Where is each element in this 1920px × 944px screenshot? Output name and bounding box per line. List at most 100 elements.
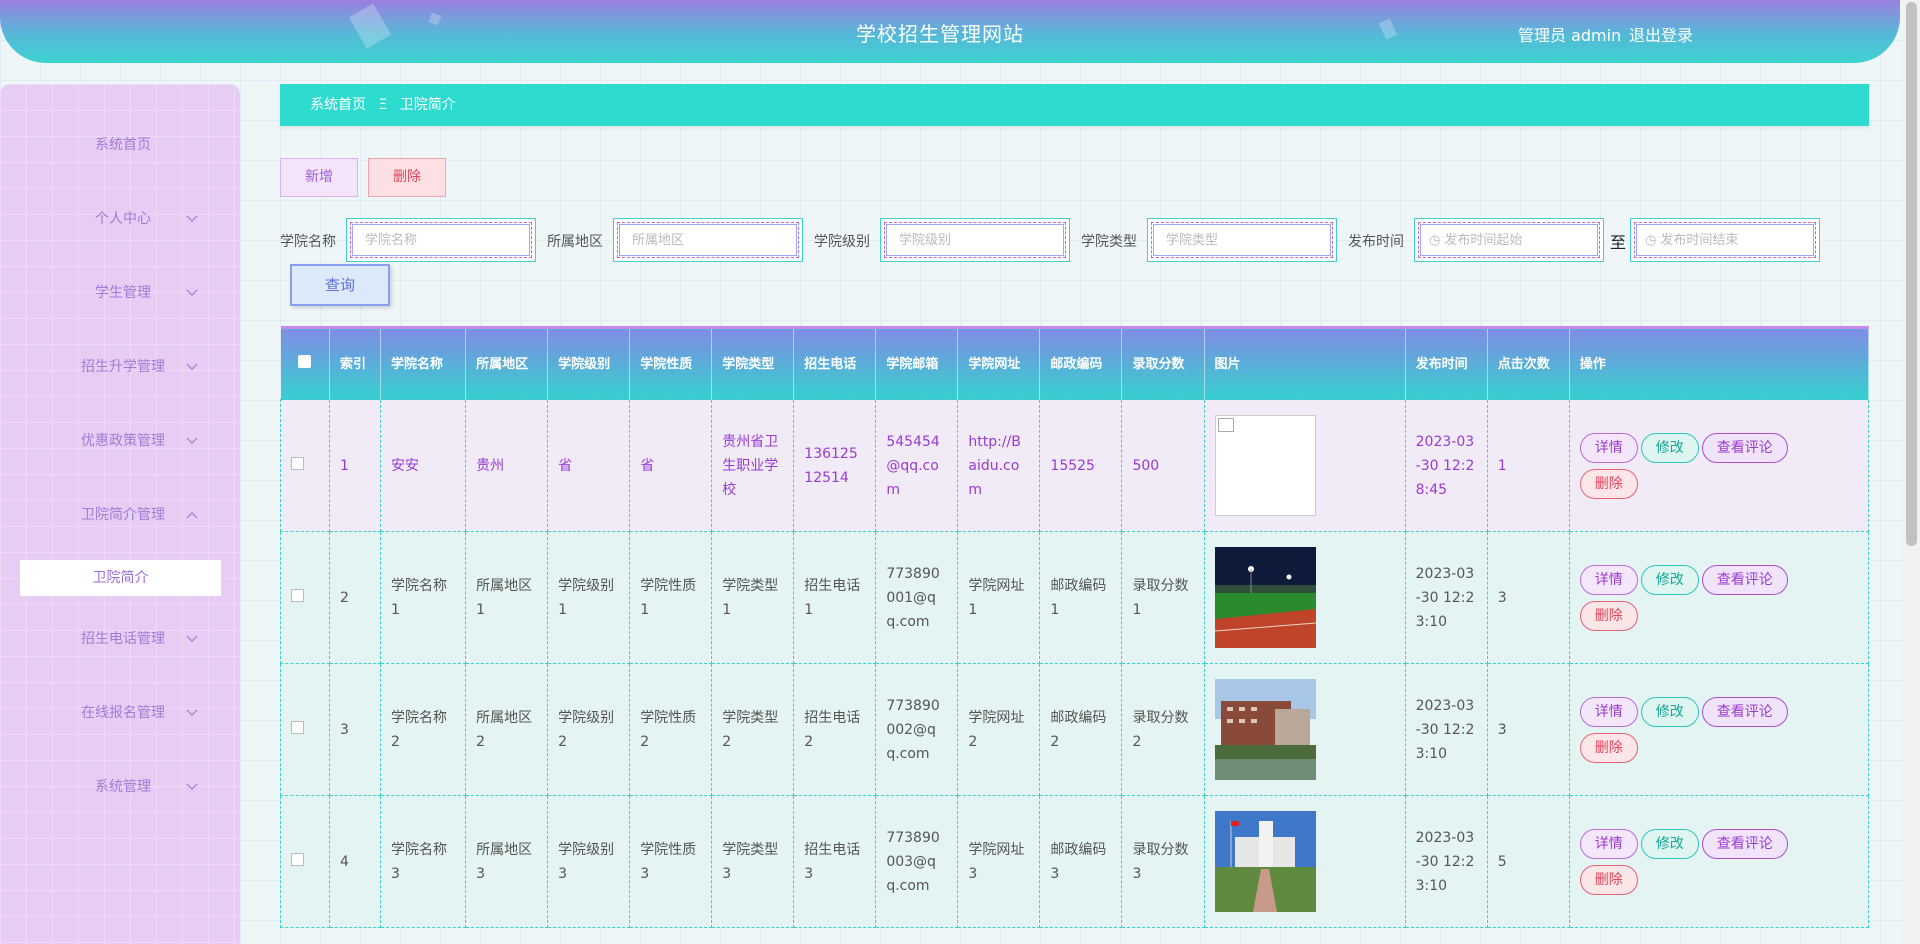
- sidebar-item-enrollment[interactable]: 招生升学管理: [0, 352, 240, 382]
- cell-score: 录取分数2: [1121, 663, 1205, 796]
- search-level-input[interactable]: 学院级别: [880, 218, 1070, 262]
- cell-region: 贵州: [465, 399, 549, 532]
- cell-nature: 学院性质3: [629, 795, 713, 928]
- chevron-down-icon: [186, 426, 198, 456]
- cell-ops: 详情 修改 查看评论 删除: [1568, 399, 1870, 532]
- cell-region: 所属地区1: [465, 531, 549, 664]
- sidebar-item-college-intro[interactable]: 卫院简介管理: [0, 500, 240, 530]
- sidebar-item-label: 优惠政策管理: [81, 433, 165, 449]
- view-comments-button[interactable]: 查看评论: [1701, 828, 1788, 859]
- cell-level: 学院级别1: [547, 531, 631, 664]
- top-header: 学校招生管理网站 管理员 admin 退出登录: [0, 0, 1900, 63]
- vertical-scrollbar[interactable]: [1903, 0, 1920, 944]
- breadcrumb: 系统首页 Ξ 卫院简介: [280, 84, 1869, 126]
- detail-button[interactable]: 详情: [1579, 828, 1638, 859]
- sidebar-item-system[interactable]: 系统管理: [0, 772, 240, 802]
- cell-zip: 邮政编码1: [1039, 531, 1123, 664]
- cell-ops: 详情 修改 查看评论 删除: [1568, 795, 1870, 928]
- view-comments-button[interactable]: 查看评论: [1701, 564, 1788, 595]
- cell-clicks: 1: [1486, 399, 1570, 532]
- table-header: 所属地区: [465, 326, 549, 400]
- table-header: 学院名称: [380, 326, 467, 400]
- sidebar-item-policy[interactable]: 优惠政策管理: [0, 426, 240, 456]
- row-checkbox[interactable]: [291, 456, 304, 470]
- sidebar-item-label: 学生管理: [95, 285, 151, 301]
- query-button[interactable]: 查询: [290, 264, 390, 306]
- row-delete-button[interactable]: 删除: [1579, 468, 1638, 499]
- clock-icon: ◷: [1429, 233, 1441, 248]
- cell-time: 2023-03-30 12:23:10: [1404, 531, 1488, 664]
- cell-url: 学院网址1: [957, 531, 1041, 664]
- row-select[interactable]: [279, 531, 331, 664]
- detail-button[interactable]: 详情: [1579, 432, 1638, 463]
- row-delete-button[interactable]: 删除: [1579, 600, 1638, 631]
- cell-url: http://Baidu.com: [957, 399, 1041, 532]
- cell-score: 录取分数3: [1121, 795, 1205, 928]
- detail-button[interactable]: 详情: [1579, 564, 1638, 595]
- edit-button[interactable]: 修改: [1640, 696, 1699, 727]
- search-type-input[interactable]: 学院类型: [1147, 218, 1337, 262]
- cell-name: 学院名称3: [380, 795, 467, 928]
- search-time-start-input[interactable]: ◷ 发布时间起始: [1414, 218, 1604, 262]
- sidebar-item-label: 在线报名管理: [81, 705, 165, 721]
- delete-button[interactable]: 删除: [368, 158, 446, 197]
- table-row: 1 安安 贵州 省 省 贵州省卫生职业学校 13612512514 545454…: [279, 399, 1870, 532]
- logout-link[interactable]: 退出登录: [1629, 22, 1693, 46]
- detail-button[interactable]: 详情: [1579, 696, 1638, 727]
- cell-url: 学院网址3: [957, 795, 1041, 928]
- cell-nature: 省: [629, 399, 713, 532]
- add-button[interactable]: 新增: [280, 158, 358, 197]
- cell-zip: 15525: [1039, 399, 1123, 532]
- breadcrumb-home[interactable]: 系统首页: [310, 97, 366, 113]
- row-checkbox[interactable]: [291, 588, 304, 602]
- sidebar-item-profile[interactable]: 个人中心: [0, 204, 240, 234]
- edit-button[interactable]: 修改: [1640, 564, 1699, 595]
- search-time-end-input[interactable]: ◷ 发布时间结束: [1630, 218, 1820, 262]
- cell-image: [1203, 399, 1406, 532]
- search-time-end-placeholder: 发布时间结束: [1660, 233, 1739, 248]
- cell-image: [1203, 795, 1406, 928]
- broken-image-icon: [1214, 415, 1316, 516]
- sidebar-item-home[interactable]: 系统首页: [0, 130, 240, 160]
- sidebar-item-students[interactable]: 学生管理: [0, 278, 240, 308]
- table-header: 图片: [1204, 326, 1406, 400]
- table-header: 录取分数: [1121, 326, 1205, 400]
- row-select[interactable]: [279, 663, 331, 796]
- cell-phone: 招生电话2: [793, 663, 877, 796]
- search-label-time: 发布时间: [1348, 234, 1404, 250]
- scrollbar-thumb[interactable]: [1906, 2, 1917, 546]
- search-region-input[interactable]: 所属地区: [613, 218, 803, 262]
- row-checkbox[interactable]: [291, 852, 304, 866]
- edit-button[interactable]: 修改: [1640, 828, 1699, 859]
- cell-time: 2023-03-30 12:23:10: [1404, 663, 1488, 796]
- table-header: 索引: [329, 326, 382, 400]
- search-label-name: 学院名称: [280, 234, 336, 250]
- table-header: 学院性质: [629, 326, 713, 400]
- chevron-up-icon: [186, 500, 198, 530]
- row-select[interactable]: [279, 399, 331, 532]
- sidebar-item-label: 个人中心: [95, 211, 151, 227]
- row-delete-button[interactable]: 删除: [1579, 864, 1638, 895]
- table-header: 操作: [1569, 326, 1870, 400]
- row-checkbox[interactable]: [291, 720, 304, 734]
- cell-region: 所属地区3: [465, 795, 549, 928]
- edit-button[interactable]: 修改: [1640, 432, 1699, 463]
- cell-nature: 学院性质2: [629, 663, 713, 796]
- cell-score: 录取分数1: [1121, 531, 1205, 664]
- sidebar-item-phone[interactable]: 招生电话管理: [0, 624, 240, 654]
- sidebar-subitem-college-intro[interactable]: 卫院简介: [20, 560, 221, 596]
- search-name-input[interactable]: 学院名称: [346, 218, 536, 262]
- view-comments-button[interactable]: 查看评论: [1701, 432, 1788, 463]
- row-select[interactable]: [279, 795, 331, 928]
- cell-name: 安安: [380, 399, 467, 532]
- search-region-placeholder: 所属地区: [617, 222, 799, 258]
- view-comments-button[interactable]: 查看评论: [1701, 696, 1788, 727]
- table-row: 2 学院名称1 所属地区1 学院级别1 学院性质1 学院类型1 招生电话1 77…: [279, 531, 1870, 664]
- row-delete-button[interactable]: 删除: [1579, 732, 1638, 763]
- select-all-checkbox[interactable]: [298, 354, 312, 368]
- table-header: 邮政编码: [1039, 326, 1123, 400]
- breadcrumb-current: 卫院简介: [399, 97, 456, 113]
- cell-score: 500: [1121, 399, 1205, 532]
- header-select-all[interactable]: [280, 326, 331, 400]
- sidebar-item-registration[interactable]: 在线报名管理: [0, 698, 240, 728]
